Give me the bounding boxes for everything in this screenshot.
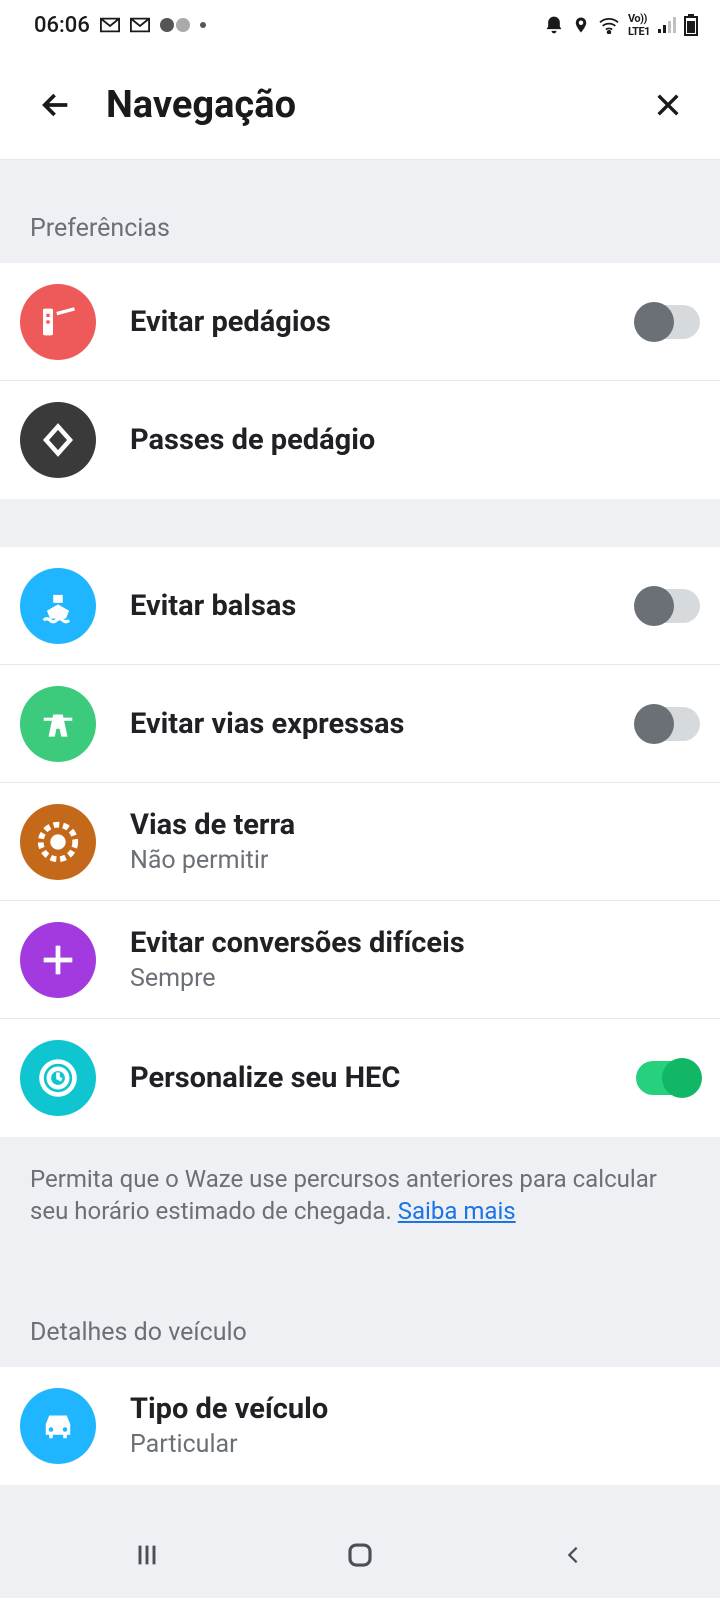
toggle-avoid-ferries[interactable] (636, 589, 700, 623)
row-avoid-hard-turns[interactable]: Evitar conversões difíceis Sempre (0, 901, 720, 1019)
page-title: Navegação (106, 83, 646, 127)
clock-icon (20, 1040, 96, 1116)
status-bar: 06:06 Vo))LTE1 (0, 0, 720, 50)
system-nav-bar (0, 1512, 720, 1598)
status-right: Vo))LTE1 (544, 12, 698, 38)
diamond-icon (20, 402, 96, 478)
highway-icon (20, 686, 96, 762)
row-toll-passes[interactable]: Passes de pedágio (0, 381, 720, 499)
battery-icon (684, 14, 698, 36)
row-label: Personalize seu HEC (130, 1061, 636, 1095)
gmail-icon (100, 15, 120, 35)
ferry-icon (20, 568, 96, 644)
row-personalize-hec[interactable]: Personalize seu HEC (0, 1019, 720, 1137)
row-dirt-roads[interactable]: Vias de terra Não permitir (0, 783, 720, 901)
gmail-icon-2 (130, 15, 150, 35)
row-sublabel: Sempre (130, 964, 700, 993)
status-time: 06:06 (34, 13, 90, 38)
toll-booth-icon (20, 284, 96, 360)
row-label: Evitar conversões difíceis (130, 926, 700, 960)
status-dots-icon (160, 18, 190, 32)
app-bar: Navegação (0, 50, 720, 160)
alarm-icon (544, 15, 564, 35)
tire-icon (20, 804, 96, 880)
learn-more-link[interactable]: Saiba mais (398, 1197, 516, 1225)
row-label: Passes de pedágio (130, 423, 700, 457)
hec-description: Permita que o Waze use percursos anterio… (0, 1137, 720, 1238)
toggle-avoid-tolls[interactable] (636, 305, 700, 339)
close-icon (652, 89, 684, 121)
row-sublabel: Não permitir (130, 846, 700, 875)
section-header-vehicle: Detalhes do veículo (0, 1238, 720, 1367)
prefs-group-2: Evitar balsas Evitar vias expressas Vias… (0, 547, 720, 1137)
recents-icon (133, 1541, 161, 1569)
row-label: Evitar pedágios (130, 305, 636, 339)
row-label: Tipo de veículo (130, 1392, 700, 1426)
toggle-avoid-expressways[interactable] (636, 707, 700, 741)
car-icon (20, 1388, 96, 1464)
hec-description-text: Permita que o Waze use percursos anterio… (30, 1165, 657, 1225)
lte-icon: Vo))LTE1 (628, 12, 650, 38)
status-more-icon (200, 22, 206, 28)
nav-home-button[interactable] (330, 1535, 390, 1575)
signal-icon (658, 17, 676, 33)
status-left: 06:06 (34, 13, 206, 38)
arrow-left-icon (39, 88, 73, 122)
toggle-personalize-hec[interactable] (636, 1061, 700, 1095)
section-header-preferences: Preferências (0, 160, 720, 263)
location-icon (572, 15, 590, 35)
nav-back-button[interactable] (543, 1535, 603, 1575)
back-button[interactable] (34, 83, 78, 127)
row-avoid-expressways[interactable]: Evitar vias expressas (0, 665, 720, 783)
home-icon (345, 1540, 375, 1570)
chevron-left-icon (562, 1541, 584, 1569)
close-button[interactable] (646, 83, 690, 127)
intersection-icon (20, 922, 96, 998)
wifi-icon (598, 16, 620, 34)
row-avoid-ferries[interactable]: Evitar balsas (0, 547, 720, 665)
row-sublabel: Particular (130, 1430, 700, 1459)
vehicle-group: Tipo de veículo Particular (0, 1367, 720, 1485)
row-avoid-tolls[interactable]: Evitar pedágios (0, 263, 720, 381)
prefs-group-1: Evitar pedágios Passes de pedágio (0, 263, 720, 499)
row-label: Vias de terra (130, 808, 700, 842)
row-label: Evitar vias expressas (130, 707, 636, 741)
row-vehicle-type[interactable]: Tipo de veículo Particular (0, 1367, 720, 1485)
row-label: Evitar balsas (130, 589, 636, 623)
nav-recents-button[interactable] (117, 1535, 177, 1575)
spacer (0, 499, 720, 547)
